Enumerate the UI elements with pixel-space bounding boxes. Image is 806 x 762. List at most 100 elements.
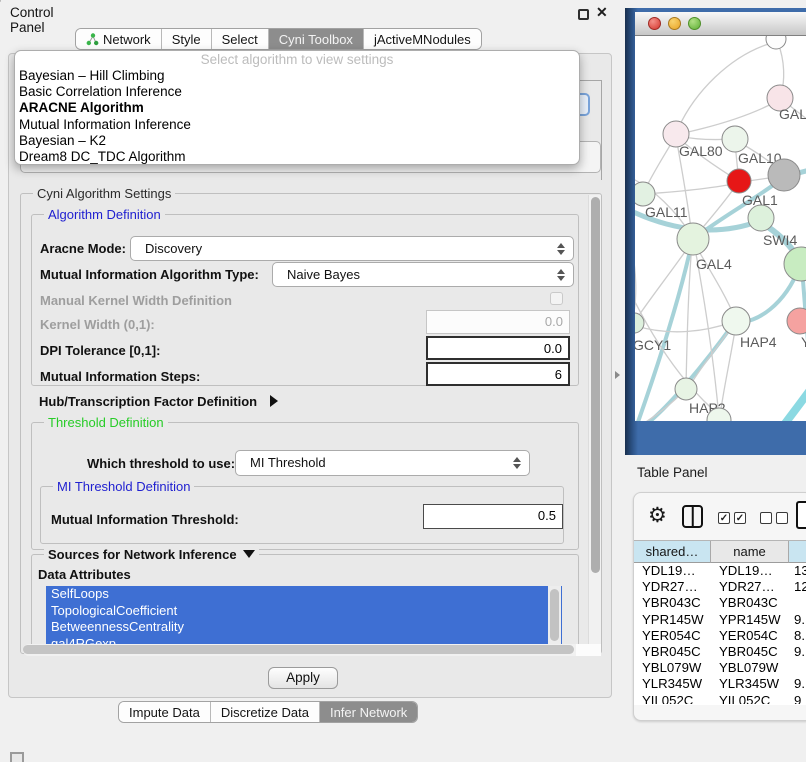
tab-infer-network[interactable]: Infer Network <box>319 702 417 722</box>
tab-jactivemnodules[interactable]: jActiveMNodules <box>363 29 481 49</box>
dpi-tolerance-field[interactable]: 0.0 <box>426 336 570 360</box>
table-row[interactable]: YDR27…YDR27…12 <box>634 579 806 595</box>
network-node[interactable] <box>768 159 800 191</box>
checkbox-checked-icon[interactable]: ✓ <box>734 512 746 524</box>
network-edge <box>677 42 775 131</box>
close-traffic-light[interactable] <box>648 17 661 30</box>
table-cell: YDL19… <box>634 563 711 579</box>
network-node-label: GAL <box>779 106 806 122</box>
network-node[interactable] <box>766 36 786 49</box>
manual-kernel-width-label: Manual Kernel Width Definition <box>40 293 232 308</box>
network-node-gal4[interactable] <box>677 223 709 255</box>
close-icon[interactable]: ✕ <box>596 4 608 21</box>
aracne-mode-label: Aracne Mode: <box>40 241 126 256</box>
network-edge <box>645 183 737 194</box>
table-cell: YPR145W <box>634 612 711 628</box>
checkbox-checked-icon[interactable]: ✓ <box>718 512 730 524</box>
data-attribute-item[interactable]: BetweennessCentrality <box>46 619 562 636</box>
algorithm-dropdown-list: Bayesian – Hill ClimbingBasic Correlatio… <box>15 68 579 165</box>
table-cell: YBR045C <box>634 644 711 660</box>
table-row[interactable]: YBL079WYBL079W <box>634 660 806 676</box>
column-header-partial[interactable] <box>789 541 806 563</box>
table-cell <box>789 595 806 611</box>
table-cell: YER054C <box>634 628 711 644</box>
network-node-gal10[interactable] <box>722 126 748 152</box>
checkbox-unchecked-icon[interactable] <box>776 512 788 524</box>
algorithm-option[interactable]: Mutual Information Inference <box>15 117 579 133</box>
node-table: shared… name YDL19…YDL19…13YDR27…YDR27…1… <box>634 540 806 705</box>
network-node-swi4[interactable] <box>748 205 774 231</box>
kernel-width-field[interactable]: 0.0 <box>426 310 570 334</box>
table-header-row: shared… name <box>634 541 806 563</box>
kernel-width-label: Kernel Width (0,1): <box>40 317 155 332</box>
network-view-window: GALGAL80GAL10GAL1GAL11SWI4GAL4GCY1HAP4YH… <box>625 8 806 455</box>
network-node-hap4[interactable] <box>722 307 750 335</box>
network-node-label: HAP4 <box>740 334 777 350</box>
minimize-traffic-light[interactable] <box>668 17 681 30</box>
apply-button[interactable]: Apply <box>268 667 338 689</box>
network-node-y[interactable] <box>787 308 806 334</box>
data-attributes-label: Data Attributes <box>38 567 131 582</box>
data-attribute-item[interactable]: SelfLoops <box>46 586 562 603</box>
column-header-shared-name[interactable]: shared… <box>634 541 711 563</box>
network-edge <box>635 246 636 318</box>
manual-kernel-width-checkbox[interactable] <box>550 292 563 305</box>
tab-discretize-data[interactable]: Discretize Data <box>210 702 319 722</box>
table-cell: YLR345W <box>711 676 789 692</box>
page-icon[interactable] <box>796 501 806 529</box>
hidden-groupbox-border-top <box>580 80 602 81</box>
settings-vertical-scrollbar[interactable] <box>588 195 601 647</box>
data-attribute-item[interactable]: TopologicalCoefficient <box>46 603 562 620</box>
which-threshold-combo[interactable]: MI Threshold <box>235 450 530 476</box>
table-row[interactable]: YDL19…YDL19…13 <box>634 563 806 579</box>
algorithm-option[interactable]: ARACNE Algorithm <box>15 100 579 116</box>
columns-icon[interactable] <box>682 505 703 528</box>
table-cell: YPR145W <box>711 612 789 628</box>
table-body: YDL19…YDL19…13YDR27…YDR27…12YBR043CYBR04… <box>634 563 806 704</box>
algorithm-option[interactable]: Bayesian – K2 <box>15 133 579 149</box>
tab-style[interactable]: Style <box>161 29 211 49</box>
network-node-hap2[interactable] <box>675 378 697 400</box>
table-row[interactable]: YER054CYER054C8. <box>634 628 806 644</box>
tab-impute-data[interactable]: Impute Data <box>119 702 210 722</box>
algorithm-option[interactable]: Dream8 DC_TDC Algorithm <box>15 149 579 165</box>
network-node-gal1[interactable] <box>727 169 751 193</box>
docked-mini-icon[interactable] <box>10 752 24 762</box>
tab-cyni-toolbox[interactable]: Cyni Toolbox <box>268 29 363 49</box>
mi-steps-field[interactable]: 6 <box>426 362 570 386</box>
zoom-traffic-light[interactable] <box>688 17 701 30</box>
hub-definition-row[interactable]: Hub/Transcription Factor Definition <box>39 393 278 411</box>
table-cell: 8. <box>789 628 806 644</box>
settings-horizontal-scrollbar[interactable] <box>23 644 601 656</box>
tab-select[interactable]: Select <box>211 29 268 49</box>
table-row[interactable]: YPR145WYPR145W9. <box>634 612 806 628</box>
mi-algorithm-type-combo[interactable]: Naive Bayes <box>272 262 574 287</box>
mi-threshold-field[interactable]: 0.5 <box>423 504 563 529</box>
table-cell: 12 <box>789 579 806 595</box>
dpi-tolerance-label: DPI Tolerance [0,1]: <box>40 343 160 358</box>
network-node-gal11[interactable] <box>635 182 655 206</box>
float-window-icon[interactable] <box>578 9 589 20</box>
algorithm-option[interactable]: Basic Correlation Inference <box>15 84 579 100</box>
table-row[interactable]: YBR043CYBR043C <box>634 595 806 611</box>
network-node-label: SWI4 <box>763 232 797 248</box>
table-row[interactable]: YBR045CYBR045C9. <box>634 644 806 660</box>
algorithm-option[interactable]: Bayesian – Hill Climbing <box>15 68 579 84</box>
table-row[interactable]: YIL052CYIL052C9 <box>634 693 806 705</box>
combo-arrows-icon <box>557 243 564 255</box>
network-node[interactable] <box>784 247 806 281</box>
expand-down-icon[interactable] <box>243 550 255 558</box>
aracne-mode-combo[interactable]: Discovery <box>130 236 574 261</box>
algorithm-definition-title: Algorithm Definition <box>44 207 165 222</box>
network-canvas[interactable]: GALGAL80GAL10GAL1GAL11SWI4GAL4GCY1HAP4YH… <box>635 36 806 421</box>
network-node-label: GAL11 <box>645 204 688 220</box>
tab-network[interactable]: Network <box>76 29 161 49</box>
sources-title: Sources for Network Inference <box>44 547 259 562</box>
table-row[interactable]: YLR345WYLR345W9. <box>634 676 806 692</box>
column-header-name[interactable]: name <box>711 541 789 563</box>
gear-icon[interactable]: ⚙ <box>648 503 667 528</box>
network-window-titlebar[interactable] <box>635 12 806 36</box>
expand-right-icon[interactable] <box>270 395 278 407</box>
panel-splitter-handle[interactable] <box>615 371 620 379</box>
checkbox-unchecked-icon[interactable] <box>760 512 772 524</box>
